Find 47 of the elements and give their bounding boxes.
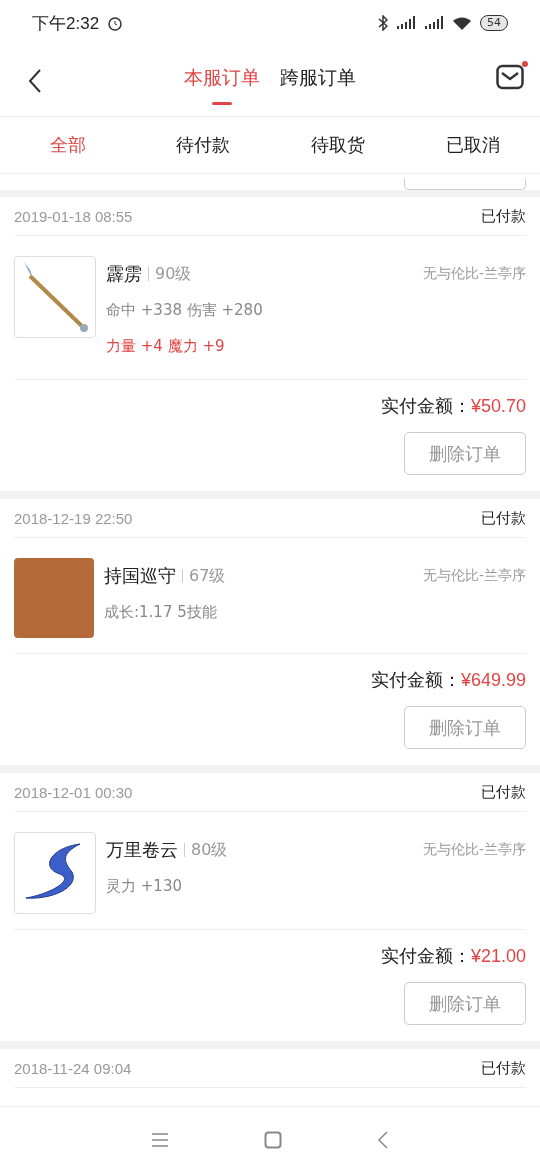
item-stats: 成长:1.17 5技能	[104, 602, 217, 622]
item-name: 霹雳	[106, 262, 142, 286]
item-name: 持国巡守	[104, 564, 176, 588]
order-tab[interactable]: 本服订单	[184, 57, 260, 105]
item-stats: 命中 +338 伤害 +280	[106, 300, 263, 320]
order-status: 已付款	[481, 508, 526, 528]
item-name: 万里卷云	[106, 838, 178, 862]
server-name: 无与伦比-兰亭序	[422, 841, 526, 859]
status-time: 下午2:32	[32, 12, 100, 35]
order-date: 2018-12-01 00:30	[14, 783, 133, 801]
total-label: 实付金额：	[380, 944, 471, 968]
wifi-icon	[452, 15, 472, 31]
total-label: 实付金额：	[370, 668, 461, 692]
order-date: 2018-12-19 22:50	[14, 509, 133, 527]
signal-icon	[424, 16, 444, 30]
order-date: 2019-01-18 08:55	[14, 207, 133, 225]
order-date: 2018-11-24 09:04	[14, 1059, 132, 1077]
item-level: 80级	[191, 839, 228, 861]
filter-tab[interactable]: 待付款	[135, 117, 270, 173]
total-amount: ¥649.99	[460, 669, 526, 691]
total-label: 实付金额：	[380, 394, 471, 418]
order-status: 已付款	[481, 1058, 526, 1078]
item-bonus: 力量 +4 魔力 +9	[106, 336, 225, 356]
back-icon[interactable]	[28, 68, 42, 94]
battery-level: 54	[480, 15, 508, 31]
server-name: 无与伦比-兰亭序	[422, 265, 526, 283]
signal-icon	[396, 16, 416, 30]
delete-order-button[interactable]: 删除订单	[404, 432, 526, 475]
order-status: 已付款	[481, 206, 526, 226]
home-icon[interactable]	[264, 1130, 282, 1149]
total-amount: ¥50.70	[470, 395, 526, 417]
delete-order-button[interactable]: 删除订单	[404, 706, 526, 749]
item-level: 90级	[155, 263, 192, 285]
item-level: 67级	[189, 565, 226, 587]
order-status: 已付款	[481, 782, 526, 802]
bluetooth-icon	[378, 15, 388, 31]
item-stats: 灵力 +130	[106, 876, 182, 896]
filter-tab[interactable]: 待取货	[270, 117, 405, 173]
mail-icon[interactable]	[496, 64, 524, 90]
server-name: 无与伦比-兰亭序	[422, 567, 526, 585]
alarm-icon	[107, 15, 124, 31]
filter-tab[interactable]: 已取消	[405, 117, 540, 173]
delete-order-button[interactable]: 删除订单	[404, 982, 526, 1025]
filter-tab[interactable]: 全部	[0, 117, 135, 173]
total-amount: ¥21.00	[470, 945, 526, 967]
order-tab[interactable]: 跨服订单	[280, 57, 356, 105]
menu-icon[interactable]	[151, 1132, 169, 1147]
